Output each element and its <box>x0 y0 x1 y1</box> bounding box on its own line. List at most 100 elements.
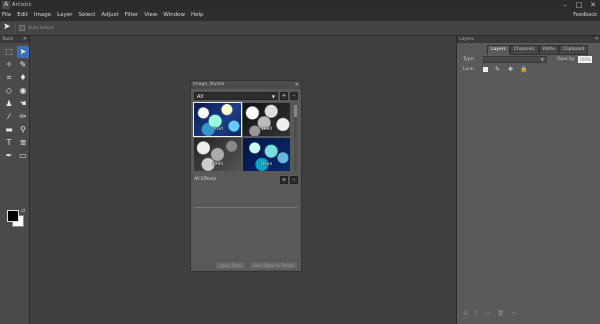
tool-grid: ⬚ ➤ ✧ ✎ ⌗ ♦ ◇ ◉ ♟ ☚ ⁄ ✏ ▬ ⚲ T ≣ ✒ ▭ <box>3 46 29 163</box>
effects-list[interactable] <box>194 187 298 208</box>
text-icon[interactable]: T <box>3 137 15 149</box>
menu-select[interactable]: Select <box>78 10 95 21</box>
layers-panel: Layers ✕ Layers Channels Paths Clipboard… <box>456 36 600 324</box>
lock-transparency-icon[interactable] <box>483 67 488 72</box>
menu-help[interactable]: Help <box>191 10 204 21</box>
new-group-icon[interactable]: ▭ <box>484 310 490 317</box>
style-thumbnails: Vivid 1990 1990 Neon <box>193 102 292 171</box>
style-thumb-label: Vivid <box>212 127 223 132</box>
menu-view[interactable]: View <box>144 10 157 21</box>
window-controls: – □ ✕ <box>558 0 600 10</box>
stylize-dialog: Image_Stylize ✕ All ▼ + – Vivid 1990 199… <box>190 80 302 272</box>
auto-select-checkbox[interactable] <box>19 25 25 31</box>
title-bar: A Artistic – □ ✕ <box>0 0 600 10</box>
minimize-button[interactable]: – <box>558 0 572 10</box>
tab-paths[interactable]: Paths <box>538 45 559 55</box>
layer-style-icon[interactable]: ƒ <box>475 310 477 317</box>
stylize-dialog-close-icon[interactable]: ✕ <box>295 81 299 89</box>
chevron-down-icon: ▼ <box>271 94 275 99</box>
menu-window[interactable]: Window <box>163 10 185 21</box>
menu-filter[interactable]: Filter <box>125 10 139 21</box>
magic-wand-icon[interactable]: ✧ <box>3 59 15 71</box>
menu-layer[interactable]: Layer <box>57 10 72 21</box>
tab-layers[interactable]: Layers <box>487 45 510 55</box>
effects-label: All Effects <box>194 177 217 182</box>
tab-channels[interactable]: Channels <box>509 45 539 55</box>
tab-clipboard[interactable]: Clipboard <box>558 45 589 55</box>
layers-panel-title: Layers <box>459 37 474 42</box>
scrollbar-thumb[interactable] <box>294 105 297 117</box>
chevron-down-icon: ▼ <box>540 57 544 62</box>
lock-options: ✎ ✥ 🔒 <box>483 66 527 73</box>
bucket-icon[interactable]: ♦ <box>17 72 29 84</box>
menu-file[interactable]: File <box>2 10 11 21</box>
menu-image[interactable]: Image <box>34 10 51 21</box>
smudge-icon[interactable]: ☚ <box>17 98 29 110</box>
effects-row: All Effects + – <box>194 176 298 184</box>
blur-icon[interactable]: ◉ <box>17 85 29 97</box>
preset-select[interactable]: All ▼ <box>194 92 278 100</box>
add-preset-button[interactable]: + <box>280 92 288 100</box>
move-tool-icon[interactable]: ➤ <box>3 23 12 32</box>
pencil-icon[interactable]: ✏ <box>17 111 29 123</box>
close-button[interactable]: ✕ <box>586 0 600 10</box>
swap-colors-icon[interactable]: ⇄ <box>21 208 25 214</box>
style-thumb-label: 1990 <box>260 127 273 132</box>
lock-pixels-icon[interactable]: ✎ <box>494 66 501 73</box>
notes-icon[interactable]: ≣ <box>17 137 29 149</box>
preset-row: All ▼ + – <box>194 92 298 100</box>
rectangle-icon[interactable]: ▭ <box>17 150 29 162</box>
style-thumb[interactable]: 1990 <box>194 138 241 171</box>
lock-label: Lock: <box>463 67 475 72</box>
gradient-icon[interactable]: ▬ <box>3 124 15 136</box>
add-effect-button[interactable]: + <box>280 176 288 184</box>
move-icon[interactable]: ➤ <box>17 46 29 58</box>
new-layer-icon[interactable]: + <box>511 310 516 317</box>
app-logo-icon: A <box>2 1 10 9</box>
remove-preset-button[interactable]: – <box>290 92 298 100</box>
color-swatches: ⇄ <box>4 208 26 227</box>
layers-tabs: Layers Channels Paths Clipboard <box>487 45 589 55</box>
layers-panel-close-icon[interactable]: ✕ <box>595 36 599 43</box>
options-bar: ➤ Auto Select <box>0 21 600 36</box>
style-thumb[interactable]: Neon <box>243 138 290 171</box>
remove-effect-button[interactable]: – <box>290 176 298 184</box>
menu-edit[interactable]: Edit <box>17 10 28 21</box>
style-thumb-label: 1990 <box>211 162 224 167</box>
style-thumb[interactable]: Vivid <box>193 102 242 137</box>
tools-panel-title: Tools <box>2 37 14 42</box>
style-thumb[interactable]: 1990 <box>243 103 290 136</box>
feedback-link[interactable]: Feedback <box>573 10 597 21</box>
link-layers-icon[interactable]: ⊕ <box>463 310 468 317</box>
delete-layer-icon[interactable]: 🗑 <box>497 310 505 317</box>
menu-adjust[interactable]: Adjust <box>101 10 118 21</box>
save-preset-button[interactable]: Save Style As Preset <box>249 261 298 270</box>
stamp-icon[interactable]: ♟ <box>3 98 15 110</box>
tools-panel-close-icon[interactable]: ✕ <box>23 36 27 43</box>
app-title: Artistic <box>12 2 32 8</box>
crop-icon[interactable]: ⌗ <box>3 72 15 84</box>
stylize-dialog-title: Image_Stylize <box>193 82 225 87</box>
lock-all-icon[interactable]: 🔒 <box>520 66 527 73</box>
blend-mode-select[interactable]: ▼ <box>483 56 547 63</box>
eraser-icon[interactable]: ◇ <box>3 85 15 97</box>
dialog-buttons: Apply Style Save Style As Preset <box>194 261 298 270</box>
brush-icon[interactable]: ✎ <box>17 59 29 71</box>
lock-position-icon[interactable]: ✥ <box>507 66 514 73</box>
apply-style-button[interactable]: Apply Style <box>215 261 247 270</box>
pen-icon[interactable]: ✒ <box>3 150 15 162</box>
auto-select-label: Auto Select <box>28 25 54 31</box>
opacity-input[interactable]: 100% <box>578 56 592 63</box>
auto-select-option[interactable]: Auto Select <box>19 25 54 31</box>
menu-bar: File Edit Image Layer Select Adjust Filt… <box>0 10 600 21</box>
stylize-dialog-header[interactable]: Image_Stylize ✕ <box>191 81 301 89</box>
thumbnails-scrollbar[interactable] <box>294 103 297 171</box>
style-thumb-label: Neon <box>260 162 273 167</box>
foreground-color-swatch[interactable] <box>7 210 19 222</box>
options-divider <box>15 23 16 33</box>
zoom-icon[interactable]: ⚲ <box>17 124 29 136</box>
marquee-icon[interactable]: ⬚ <box>3 46 15 58</box>
maximize-button[interactable]: □ <box>572 0 586 10</box>
opacity-label: Opacity: <box>557 57 576 62</box>
eyedropper-icon[interactable]: ⁄ <box>3 111 15 123</box>
